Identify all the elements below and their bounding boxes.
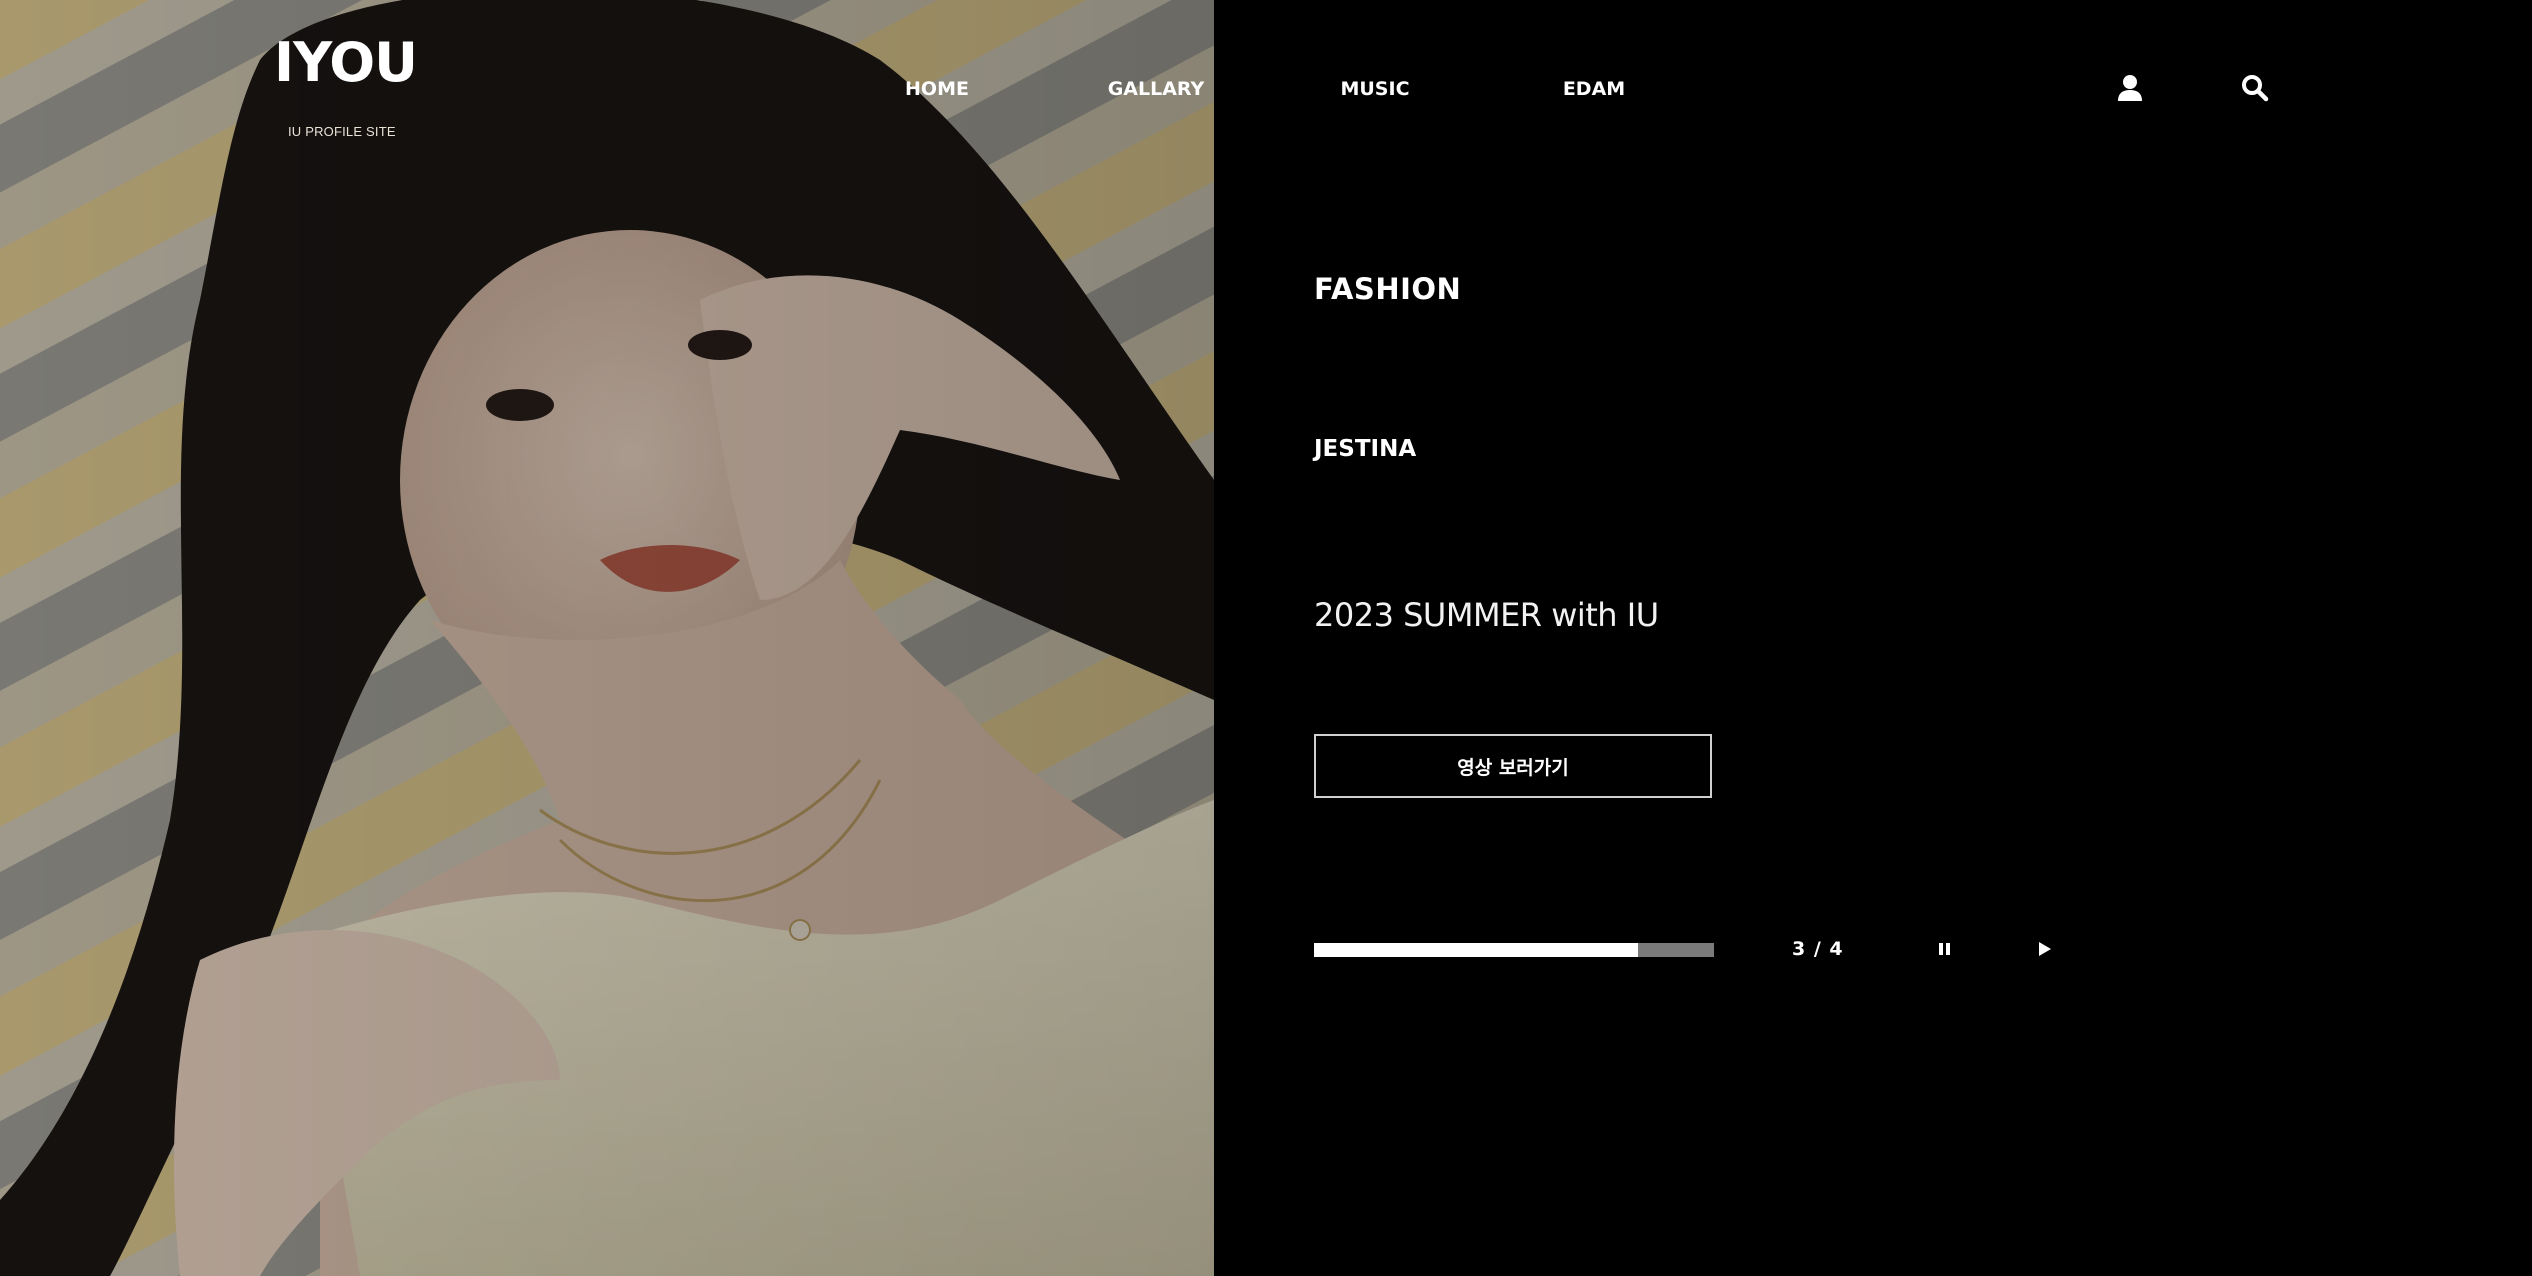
slide-counter: 3 / 4 (1792, 938, 1844, 960)
slide-progress-fill (1314, 943, 1638, 957)
headline: 2023 SUMMER with IU (1314, 596, 1659, 634)
pause-icon[interactable] (1934, 938, 1956, 960)
play-icon[interactable] (2033, 938, 2055, 960)
logo-subtitle: IU PROFILE SITE (288, 124, 396, 139)
brand-name: JESTINA (1314, 436, 1417, 462)
search-icon[interactable] (2241, 74, 2269, 102)
watch-video-label: 영상 보러가기 (1457, 756, 1569, 779)
slide-progress-bar (1314, 943, 1714, 957)
watch-video-button[interactable]: 영상 보러가기 (1314, 734, 1712, 798)
nav-home[interactable]: HOME (905, 78, 969, 100)
site-logo[interactable]: IYOU (274, 36, 418, 90)
hero-photo (0, 0, 1214, 1276)
nav-edam[interactable]: EDAM (1563, 78, 1625, 100)
category-title: FASHION (1314, 272, 1462, 306)
nav-gallery[interactable]: GALLARY (1108, 78, 1205, 100)
page: IYOU IU PROFILE SITE HOME GALLARY MUSIC … (0, 0, 2532, 1276)
user-icon[interactable] (2117, 74, 2145, 102)
nav-music[interactable]: MUSIC (1340, 78, 1409, 100)
